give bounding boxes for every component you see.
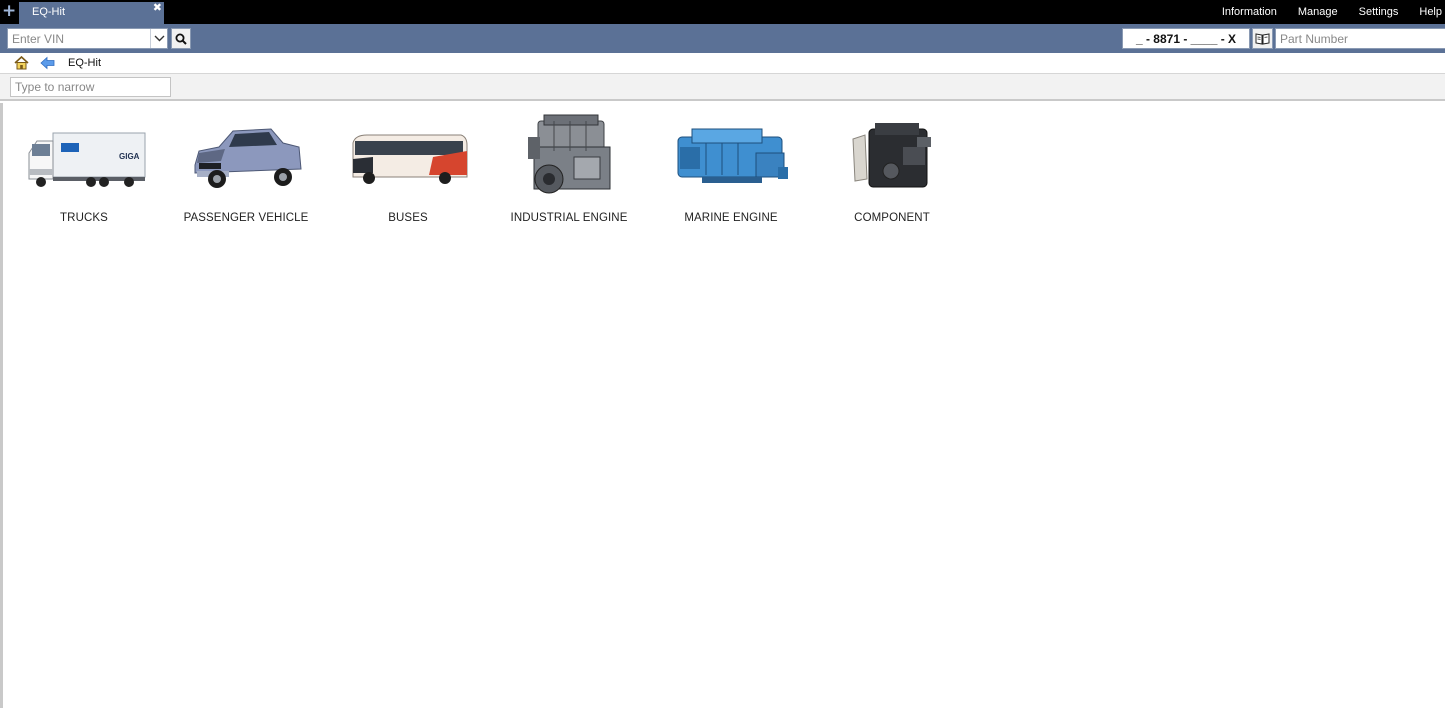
menu-settings[interactable]: Settings [1359, 6, 1399, 18]
search-button[interactable] [171, 28, 191, 49]
breadcrumb-current[interactable]: EQ-Hit [68, 57, 101, 69]
search-icon [175, 33, 187, 45]
back-arrow-icon[interactable] [40, 56, 55, 70]
truck-image: GIGA [28, 132, 146, 187]
category-buses[interactable]: BUSES [333, 107, 483, 232]
category-grid: GIGA TRUCKS PASSENGER VEHICLE BUSES INDU… [0, 103, 1445, 708]
home-icon[interactable] [14, 56, 29, 70]
svg-text:GIGA: GIGA [119, 152, 140, 161]
chevron-down-icon[interactable] [150, 29, 167, 48]
plus-icon[interactable]: + [2, 3, 16, 20]
menu-help[interactable]: Help [1419, 6, 1442, 18]
breadcrumb: EQ-Hit [0, 53, 1445, 74]
menu-manage[interactable]: Manage [1298, 6, 1338, 18]
filter-input[interactable] [10, 77, 171, 97]
category-label: TRUCKS [60, 212, 108, 224]
close-icon[interactable]: ✖ [153, 1, 162, 14]
category-marine-engine[interactable]: MARINE ENGINE [656, 107, 806, 232]
category-label: BUSES [388, 212, 428, 224]
category-industrial-engine[interactable]: INDUSTRIAL ENGINE [494, 107, 644, 232]
vin-combobox[interactable] [7, 28, 168, 49]
category-label: COMPONENT [854, 212, 930, 224]
menu-information[interactable]: Information [1222, 6, 1277, 18]
category-label: PASSENGER VEHICLE [183, 212, 309, 224]
vin-input[interactable] [8, 29, 150, 48]
search-bar: _ - 8871 - ____ - X [0, 24, 1445, 53]
category-label: INDUSTRIAL ENGINE [510, 212, 628, 224]
top-menu: Information Manage Settings Help [1222, 0, 1445, 24]
tab-eq-hit[interactable]: EQ-Hit ✖ [19, 1, 164, 24]
component-image [852, 123, 931, 188]
category-passenger-vehicle[interactable]: PASSENGER VEHICLE [171, 107, 321, 232]
category-label: MARINE ENGINE [684, 212, 778, 224]
tab-label: EQ-Hit [32, 6, 65, 18]
part-number-input[interactable] [1275, 28, 1445, 49]
pickup-image [194, 128, 302, 188]
bus-image [352, 134, 468, 184]
marine-engine-image [677, 128, 788, 183]
part-code-mask[interactable]: _ - 8871 - ____ - X [1122, 28, 1250, 49]
book-button[interactable] [1252, 28, 1273, 49]
book-icon [1255, 33, 1270, 45]
filter-bar [0, 74, 1445, 101]
category-trucks[interactable]: GIGA TRUCKS [9, 107, 159, 232]
category-component[interactable]: COMPONENT [817, 107, 967, 232]
industrial-engine-image [528, 114, 611, 194]
top-bar: + EQ-Hit ✖ Information Manage Settings H… [0, 0, 1445, 24]
